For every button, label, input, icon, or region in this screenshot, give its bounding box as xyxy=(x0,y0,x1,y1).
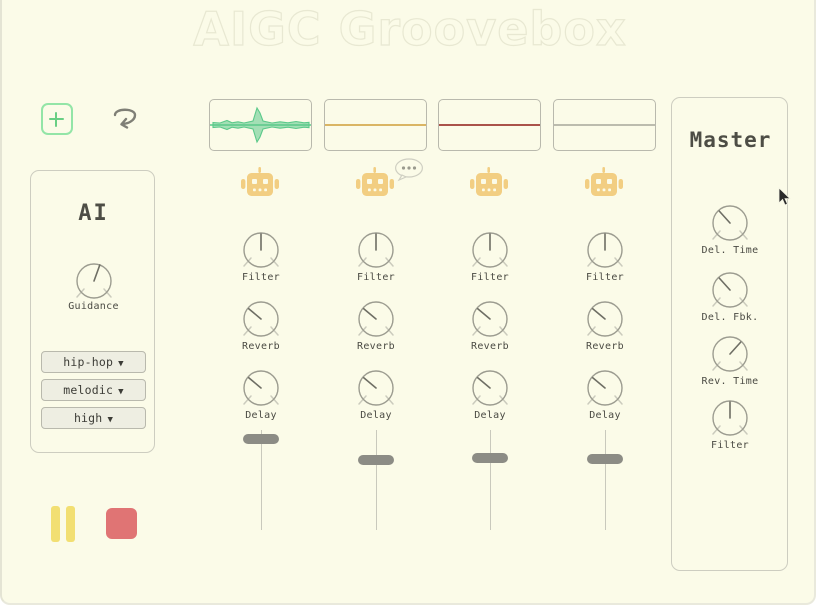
master-filter-knob[interactable]: Filter xyxy=(686,396,774,458)
robot-icon[interactable] xyxy=(469,166,509,202)
master-volume-slider[interactable] xyxy=(686,548,774,603)
reverb-knob[interactable]: Reverb xyxy=(217,297,305,359)
intensity-select-value: high xyxy=(73,411,103,425)
intensity-select[interactable]: high ▼ xyxy=(41,407,146,429)
volume-slider[interactable] xyxy=(332,430,420,530)
knob-label: Filter xyxy=(242,272,280,283)
waveform-display[interactable] xyxy=(324,99,427,151)
knob-label: Filter xyxy=(357,272,395,283)
waveform-display[interactable] xyxy=(209,99,312,151)
master-knob-label: Del. Fbk. xyxy=(701,312,759,323)
knob-label: Reverb xyxy=(242,341,280,352)
chevron-down-icon: ▼ xyxy=(118,387,124,397)
volume-slider[interactable] xyxy=(446,430,534,530)
waveform-display[interactable] xyxy=(553,99,656,151)
delay-knob[interactable]: Delay xyxy=(561,366,649,428)
master-knob-label: Filter xyxy=(711,440,749,451)
knob-label: Filter xyxy=(471,272,509,283)
slider-track xyxy=(489,430,492,530)
knob-label: Delay xyxy=(474,410,506,421)
mood-select-value: melodic xyxy=(63,383,114,397)
robot-icon[interactable] xyxy=(355,166,395,202)
knob-label: Reverb xyxy=(586,341,624,352)
guidance-knob-label: Guidance xyxy=(68,301,119,312)
mood-select[interactable]: melodic ▼ xyxy=(41,379,146,401)
pause-button[interactable] xyxy=(49,506,77,542)
slider-track xyxy=(604,430,607,530)
knob-label: Delay xyxy=(360,410,392,421)
ai-panel: AI Guidance hip-hop ▼ melodic ▼ high ▼ xyxy=(30,170,155,453)
reverb-knob[interactable]: Reverb xyxy=(446,297,534,359)
add-track-button[interactable] xyxy=(41,103,73,135)
master-knob-label: Rev. Time xyxy=(701,376,759,387)
stop-button[interactable] xyxy=(106,508,137,539)
knob-label: Reverb xyxy=(357,341,395,352)
ai-panel-title: AI xyxy=(78,201,109,226)
robot-icon[interactable] xyxy=(584,166,624,202)
volume-slider[interactable] xyxy=(217,430,305,530)
filter-knob[interactable]: Filter xyxy=(217,228,305,290)
filter-knob[interactable]: Filter xyxy=(561,228,649,290)
plus-icon-vertical xyxy=(54,112,58,127)
master-delfbk-knob[interactable]: Del. Fbk. xyxy=(686,268,774,330)
knob-label: Delay xyxy=(589,410,621,421)
track-3: Filter Reverb Delay xyxy=(436,0,556,603)
master-panel-title: Master xyxy=(689,128,772,152)
delay-knob[interactable]: Delay xyxy=(332,366,420,428)
master-knob-label: Del. Time xyxy=(701,245,759,256)
slider-track xyxy=(260,430,263,530)
master-revtime-knob[interactable]: Rev. Time xyxy=(686,332,774,394)
track-1: Filter Reverb Delay xyxy=(207,0,327,603)
knob-label: Delay xyxy=(245,410,277,421)
track-4: Filter Reverb Delay xyxy=(551,0,671,603)
reverb-knob[interactable]: Reverb xyxy=(332,297,420,359)
delay-knob[interactable]: Delay xyxy=(446,366,534,428)
genre-select-value: hip-hop xyxy=(63,355,114,369)
slider-track xyxy=(375,430,378,530)
master-deltime-knob[interactable]: Del. Time xyxy=(686,201,774,263)
filter-knob[interactable]: Filter xyxy=(446,228,534,290)
filter-knob[interactable]: Filter xyxy=(332,228,420,290)
mouse-pointer xyxy=(778,187,792,207)
loop-arrow-icon[interactable] xyxy=(106,103,144,135)
pause-icon-bar-right xyxy=(66,506,75,542)
slider-thumb[interactable] xyxy=(587,454,623,465)
delay-knob[interactable]: Delay xyxy=(217,366,305,428)
chevron-down-icon: ▼ xyxy=(107,415,114,425)
thinking-bubble-icon xyxy=(394,158,424,182)
reverb-knob[interactable]: Reverb xyxy=(561,297,649,359)
slider-thumb[interactable] xyxy=(472,452,508,463)
slider-thumb[interactable] xyxy=(243,433,279,444)
chevron-down-icon: ▼ xyxy=(118,359,124,369)
volume-slider[interactable] xyxy=(561,430,649,530)
robot-icon[interactable] xyxy=(240,166,280,202)
pause-icon-bar-left xyxy=(51,506,60,542)
app-window: AIGC Groovebox AI Guidance hip-hop ▼ mel… xyxy=(0,0,816,605)
waveform-display[interactable] xyxy=(438,99,541,151)
master-panel: Master Del. Time Del. Fbk. Rev. Time Filter xyxy=(671,97,788,571)
knob-label: Reverb xyxy=(471,341,509,352)
genre-select[interactable]: hip-hop ▼ xyxy=(41,351,146,373)
slider-thumb[interactable] xyxy=(358,455,394,466)
track-2: Filter Reverb Delay xyxy=(322,0,442,603)
knob-label: Filter xyxy=(586,272,624,283)
